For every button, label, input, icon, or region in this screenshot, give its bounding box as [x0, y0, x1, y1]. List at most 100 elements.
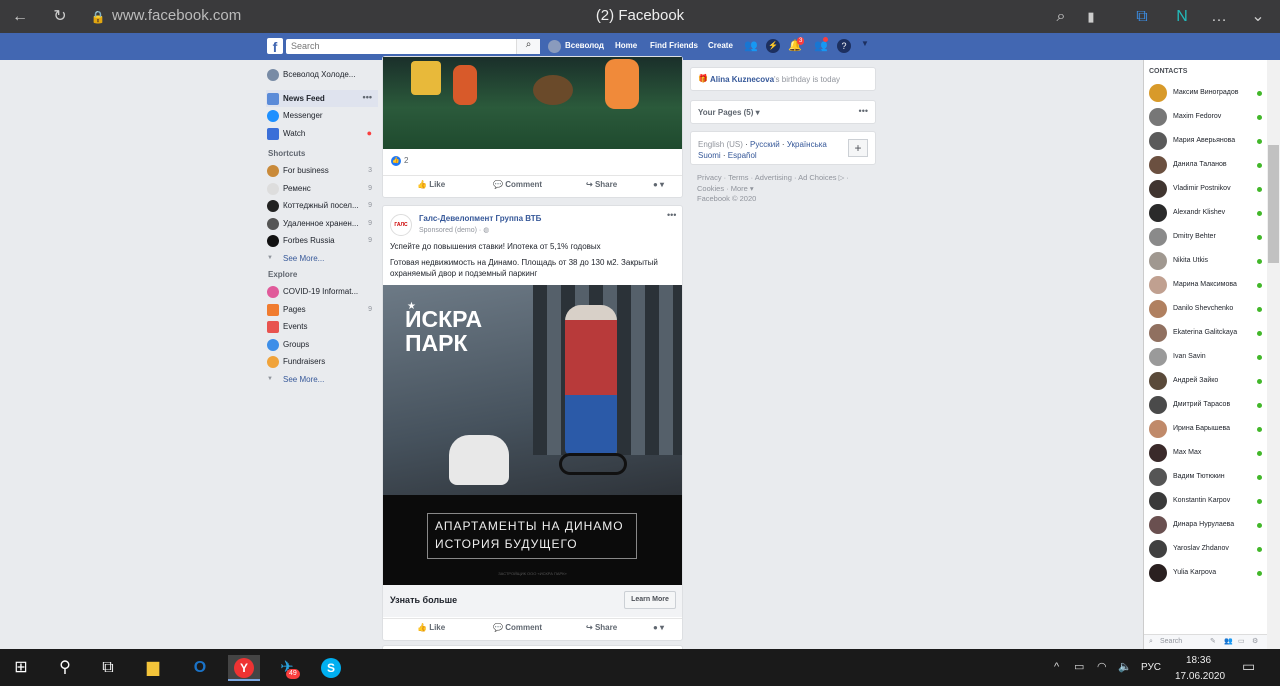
shortcut-item[interactable]: Ременс 9 — [266, 180, 378, 198]
search-icon[interactable]: ⌕ — [516, 39, 540, 54]
contact-item[interactable]: Динара Нурулаева — [1149, 516, 1265, 536]
birthday-name[interactable]: Alina Kuznecova — [710, 75, 774, 84]
contact-item[interactable]: Ekaterina Galitckaya — [1149, 324, 1265, 344]
contact-item[interactable]: Yulia Karpova — [1149, 564, 1265, 584]
share-button[interactable]: ↪ Share — [586, 180, 617, 189]
contact-item[interactable]: Вадим Тютюкин — [1149, 468, 1265, 488]
sidebar-item-news-feed[interactable]: News Feed ••• — [266, 89, 378, 107]
sidebar-item-watch[interactable]: Watch ● — [266, 125, 378, 143]
birthday-box[interactable]: 🎁 Alina Kuznecova's birthday is today — [690, 67, 876, 91]
new-message-icon[interactable]: ✎ — [1210, 637, 1216, 645]
contact-item[interactable]: Max Max — [1149, 444, 1265, 464]
wifi-icon[interactable]: ◠ — [1097, 660, 1107, 673]
explore-item[interactable]: Fundraisers — [266, 353, 378, 371]
contact-item[interactable]: Ирина Барышева — [1149, 420, 1265, 440]
reaction-count[interactable]: 2 — [404, 156, 408, 165]
advertiser-name[interactable]: Галс-Девелопмент Группа ВТБ — [419, 214, 541, 223]
contact-item[interactable]: Мария Аверьянова — [1149, 132, 1265, 152]
chat-search-input[interactable]: Search — [1160, 638, 1182, 645]
add-language-button[interactable]: + — [848, 139, 868, 157]
explore-item[interactable]: Groups — [266, 336, 378, 354]
contact-item[interactable]: Ivan Savin — [1149, 348, 1265, 368]
language-link[interactable]: Suomi — [698, 151, 721, 160]
tray-chevron-icon[interactable]: ^ — [1054, 661, 1059, 673]
contact-item[interactable]: Максим Виноградов — [1149, 84, 1265, 104]
comment-button[interactable]: 💬 Comment — [493, 623, 542, 632]
contact-item[interactable]: Марина Максимова — [1149, 276, 1265, 296]
contact-item[interactable]: Дмитрий Тарасов — [1149, 396, 1265, 416]
more-options-icon[interactable]: ••• — [667, 210, 676, 220]
facebook-logo-icon[interactable]: f — [267, 38, 283, 55]
notification-center-icon[interactable]: ▭ — [1242, 658, 1255, 675]
contact-item[interactable]: Konstantin Karpov — [1149, 492, 1265, 512]
task-view-icon[interactable]: ⧉ — [95, 655, 121, 681]
contact-item[interactable]: Андрей Зайко — [1149, 372, 1265, 392]
language-link[interactable]: Українська — [787, 140, 827, 149]
video-call-icon[interactable]: ▭ — [1238, 637, 1245, 645]
contact-item[interactable]: Yaroslav Zhdanov — [1149, 540, 1265, 560]
scrollbar-thumb[interactable] — [1268, 145, 1279, 263]
help-icon[interactable]: ? — [837, 39, 851, 53]
share-button[interactable]: ↪ Share — [586, 623, 617, 632]
explore-item[interactable]: COVID-19 Informat... — [266, 283, 378, 301]
friends-icon[interactable]: 👥 — [744, 39, 758, 53]
language-link[interactable]: Русский — [750, 140, 780, 149]
volume-icon[interactable]: 🔈 — [1118, 660, 1132, 673]
profile-link[interactable]: Всеволод Холоде... — [266, 66, 378, 84]
contact-item[interactable]: Alexandr Klishev — [1149, 204, 1265, 224]
contact-item[interactable]: Maxim Fedorov — [1149, 108, 1265, 128]
post-image[interactable] — [383, 57, 682, 149]
footer-links[interactable]: Privacy · Terms · Advertising · Ad Choic… — [697, 173, 867, 194]
search-input[interactable]: Search — [286, 39, 540, 54]
ad-image[interactable]: ИСКРА ПАРК ★ АПАРТАМЕНТЫ НА ДИНАМО ИСТОР… — [383, 285, 682, 585]
find-friends-link[interactable]: Find Friends — [650, 41, 698, 50]
menu-icon[interactable]: … — [1207, 6, 1231, 28]
clock-date[interactable]: 17.06.2020 — [1175, 671, 1225, 682]
contact-item[interactable]: Данила Таланов — [1149, 156, 1265, 176]
bookmark-icon[interactable]: ▮ — [1079, 6, 1103, 28]
like-button[interactable]: 👍 Like — [417, 623, 445, 632]
audience-selector-icon[interactable]: ● ▾ — [653, 623, 664, 632]
comment-button[interactable]: 💬 Comment — [493, 180, 542, 189]
yandex-browser-icon[interactable]: Y — [228, 655, 260, 681]
n-extension-icon[interactable]: N — [1170, 6, 1194, 28]
advertiser-logo-icon[interactable]: ГАЛС — [390, 214, 412, 236]
sidebar-item-messenger[interactable]: Messenger — [266, 107, 378, 125]
file-explorer-icon[interactable]: ▆ — [140, 655, 166, 681]
cta-bar[interactable]: Узнать больше Learn More — [383, 585, 682, 617]
contact-item[interactable]: Danilo Shevchenko — [1149, 300, 1265, 320]
minimize-icon[interactable]: ⌄ — [1246, 6, 1270, 28]
more-options-icon[interactable]: ••• — [859, 106, 868, 116]
windows-start-icon[interactable]: ⊞ — [8, 655, 34, 681]
search-icon[interactable]: ⌕ — [1049, 6, 1073, 28]
shortcut-item[interactable]: For business 3 — [266, 162, 378, 180]
explore-item[interactable]: Events — [266, 318, 378, 336]
outlook-icon[interactable]: O — [187, 655, 213, 681]
create-link[interactable]: Create — [708, 41, 733, 50]
explore-item[interactable]: Pages 9 — [266, 301, 378, 319]
chevron-down-icon[interactable]: ▼ — [858, 39, 872, 53]
extension-icon[interactable]: ⧉ — [1130, 6, 1154, 28]
avatar[interactable] — [548, 40, 561, 53]
sponsored-label[interactable]: Sponsored (demo) · ◍ — [419, 226, 489, 234]
skype-icon[interactable]: S — [318, 655, 344, 681]
learn-more-button[interactable]: Learn More — [624, 591, 676, 609]
your-pages-link[interactable]: Your Pages (5) ▾ — [698, 108, 760, 117]
shortcut-item[interactable]: Удаленное хранен... 9 — [266, 215, 378, 233]
new-group-icon[interactable]: 👥 — [1224, 637, 1233, 645]
more-options-icon[interactable]: ••• — [363, 89, 372, 106]
language-link[interactable]: Español — [728, 151, 757, 160]
contact-item[interactable]: Dmitry Behter — [1149, 228, 1265, 248]
shortcut-item[interactable]: Коттеджный посел... 9 — [266, 197, 378, 215]
like-button[interactable]: 👍 Like — [417, 180, 445, 189]
contact-item[interactable]: Vladimir Postnikov — [1149, 180, 1265, 200]
search-icon[interactable]: ⚲ — [52, 655, 78, 681]
contact-item[interactable]: Nikita Utkis — [1149, 252, 1265, 272]
clock-time[interactable]: 18:36 — [1186, 655, 1211, 666]
messenger-icon[interactable]: ⚡ — [766, 39, 780, 53]
see-more-explore[interactable]: ▼ See More... — [266, 371, 378, 389]
see-more-shortcuts[interactable]: ▼ See More... — [266, 250, 378, 268]
input-language[interactable]: РУС — [1141, 662, 1161, 673]
profile-link[interactable]: Всеволод — [565, 41, 604, 50]
home-link[interactable]: Home — [615, 41, 637, 50]
